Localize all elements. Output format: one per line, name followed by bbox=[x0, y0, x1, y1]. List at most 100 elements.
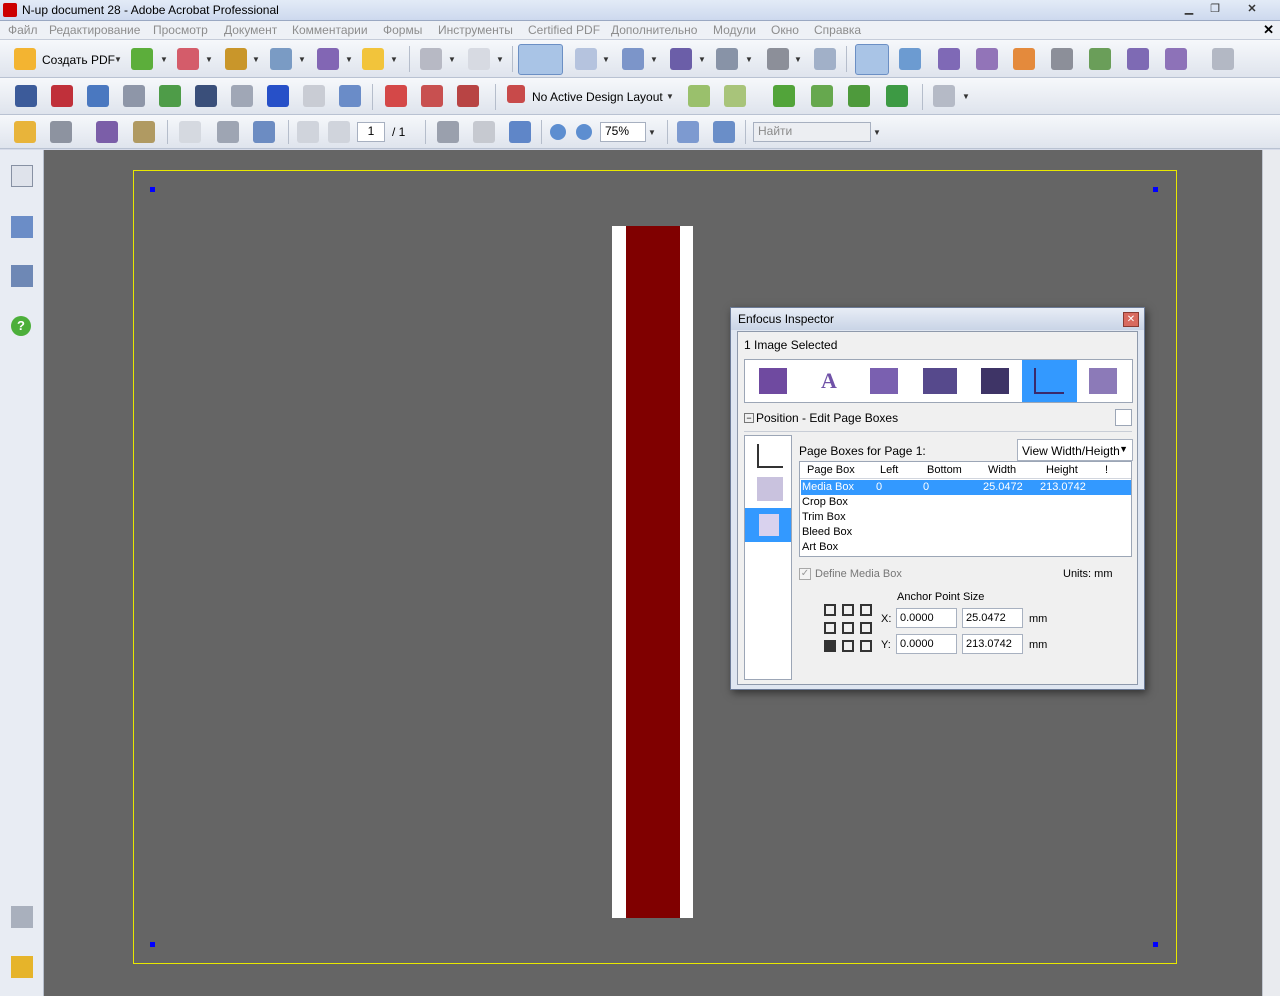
selection-handle[interactable] bbox=[1153, 187, 1158, 192]
email-icon[interactable] bbox=[96, 121, 118, 143]
close-window-button[interactable]: ✕ bbox=[1229, 1, 1275, 17]
chevron-down-icon[interactable]: ▼ bbox=[794, 55, 802, 64]
marquee-icon[interactable] bbox=[575, 48, 597, 70]
create-pdf-button[interactable]: Создать PDF bbox=[42, 53, 115, 67]
comment-bubble-icon[interactable] bbox=[362, 48, 384, 70]
chevron-down-icon[interactable]: ▼ bbox=[698, 55, 706, 64]
chevron-down-icon[interactable]: ▼ bbox=[648, 128, 656, 137]
pen-tool-icon[interactable] bbox=[716, 48, 738, 70]
chevron-down-icon[interactable]: ▼ bbox=[252, 55, 260, 64]
separations-icon[interactable] bbox=[1013, 48, 1035, 70]
redo-icon[interactable] bbox=[468, 48, 490, 70]
maximize-button[interactable]: ❐ bbox=[1203, 1, 1227, 17]
table-row[interactable]: Trim Box bbox=[801, 510, 1131, 525]
organizer-icon[interactable] bbox=[133, 121, 155, 143]
sound-icon[interactable] bbox=[231, 85, 253, 107]
actual-size-icon[interactable] bbox=[677, 121, 699, 143]
edit-page-box-tool[interactable] bbox=[745, 508, 791, 542]
text-tab-icon[interactable]: A bbox=[815, 368, 843, 394]
text-select-icon[interactable] bbox=[437, 121, 459, 143]
comment-icon[interactable] bbox=[773, 85, 795, 107]
menu-tools[interactable]: Инструменты bbox=[438, 23, 513, 37]
globe-icon[interactable] bbox=[938, 48, 960, 70]
close-icon[interactable]: ✕ bbox=[1123, 312, 1139, 327]
chevron-down-icon[interactable]: ▼ bbox=[448, 55, 456, 64]
line-tool-icon[interactable] bbox=[385, 85, 407, 107]
next-page-icon[interactable] bbox=[328, 121, 350, 143]
image-tab-icon[interactable] bbox=[870, 368, 898, 394]
chevron-down-icon[interactable]: ▼ bbox=[962, 92, 970, 101]
zoom-out-icon[interactable] bbox=[550, 124, 566, 140]
pattern-icon[interactable] bbox=[848, 85, 870, 107]
collapse-icon[interactable]: − bbox=[744, 413, 754, 423]
export-layout-icon[interactable] bbox=[1089, 48, 1111, 70]
menu-file[interactable]: Файл bbox=[8, 23, 38, 37]
move-box-icon[interactable] bbox=[757, 444, 783, 468]
create-pdf-icon[interactable] bbox=[14, 48, 36, 70]
table-row[interactable]: Crop Box bbox=[801, 495, 1131, 510]
select-arrow-icon[interactable] bbox=[518, 44, 563, 75]
design-layout-icon[interactable] bbox=[507, 85, 525, 103]
gear-icon[interactable] bbox=[976, 48, 998, 70]
menu-forms[interactable]: Формы bbox=[383, 23, 422, 37]
angle-tool-icon[interactable] bbox=[421, 85, 443, 107]
monitor-tab-icon[interactable] bbox=[923, 368, 957, 394]
selection-handle[interactable] bbox=[1153, 942, 1158, 947]
menu-comments[interactable]: Комментарии bbox=[292, 23, 368, 37]
crop-icon[interactable] bbox=[87, 85, 109, 107]
grid-layout-icon[interactable] bbox=[724, 85, 746, 107]
page-image[interactable] bbox=[626, 226, 680, 918]
inspect-box-icon[interactable] bbox=[757, 477, 783, 501]
filter-icon[interactable] bbox=[1212, 48, 1234, 70]
send-icon[interactable] bbox=[253, 121, 275, 143]
x-anchor-field[interactable]: 0.0000 bbox=[896, 608, 957, 628]
help-icon[interactable]: ? bbox=[11, 316, 31, 336]
view-mode-dropdown[interactable]: View Width/Heigth ▼ bbox=[1017, 439, 1133, 461]
crop-select-icon[interactable] bbox=[814, 48, 836, 70]
menu-help[interactable]: Справка bbox=[814, 23, 861, 37]
export-icon[interactable] bbox=[177, 48, 199, 70]
chevron-down-icon[interactable]: ▼ bbox=[390, 55, 398, 64]
perimeter-tool-icon[interactable] bbox=[457, 85, 479, 107]
lock-icon[interactable] bbox=[225, 48, 247, 70]
table-row[interactable]: Art Box bbox=[801, 540, 1131, 555]
chevron-down-icon[interactable]: ▼ bbox=[496, 55, 504, 64]
menu-document[interactable]: Документ bbox=[224, 23, 277, 37]
chevron-down-icon[interactable]: ▼ bbox=[745, 55, 753, 64]
chevron-down-icon[interactable]: ▼ bbox=[602, 55, 610, 64]
vertical-scrollbar[interactable] bbox=[1262, 150, 1280, 996]
page-number-input[interactable]: 1 bbox=[357, 122, 385, 142]
table-row[interactable]: Media Box 0 0 25.0472 213.0742 bbox=[801, 480, 1131, 495]
document-tab-icon[interactable] bbox=[1089, 368, 1117, 394]
width-field[interactable]: 25.0472 bbox=[962, 608, 1023, 628]
forms-icon[interactable] bbox=[317, 48, 339, 70]
minimize-button[interactable]: ▁ bbox=[1177, 1, 1201, 17]
chevron-down-icon[interactable]: ▼ bbox=[650, 55, 658, 64]
movie-icon[interactable] bbox=[195, 85, 217, 107]
envelope-icon[interactable] bbox=[811, 85, 833, 107]
chevron-down-icon[interactable]: ▼ bbox=[345, 55, 353, 64]
move-icon[interactable] bbox=[622, 48, 644, 70]
chevron-down-icon[interactable]: ▼ bbox=[666, 92, 674, 101]
menu-edit[interactable]: Редактирование bbox=[49, 23, 140, 37]
warning-icon[interactable] bbox=[1165, 48, 1187, 70]
chevron-down-icon[interactable]: ▼ bbox=[298, 55, 306, 64]
pages-icon[interactable] bbox=[11, 165, 33, 187]
selection-handle[interactable] bbox=[150, 942, 155, 947]
print-icon[interactable] bbox=[50, 121, 72, 143]
chevron-down-icon[interactable]: ▼ bbox=[205, 55, 213, 64]
pin-icon[interactable] bbox=[767, 48, 789, 70]
menu-window[interactable]: Окно bbox=[771, 23, 799, 37]
design-layout-dropdown[interactable]: No Active Design Layout bbox=[532, 90, 663, 104]
attachment-icon[interactable] bbox=[11, 906, 33, 928]
options-menu-icon[interactable] bbox=[1115, 409, 1132, 426]
search-input[interactable]: Найти bbox=[753, 122, 871, 142]
text-tool-icon[interactable] bbox=[670, 48, 692, 70]
menu-view[interactable]: Просмотр bbox=[153, 23, 208, 37]
zoom-input[interactable]: 75% bbox=[600, 122, 646, 142]
link-icon[interactable] bbox=[123, 85, 145, 107]
3d-icon[interactable] bbox=[159, 85, 181, 107]
combine-files-icon[interactable] bbox=[131, 48, 153, 70]
zoom-in-icon[interactable] bbox=[576, 124, 592, 140]
table-row[interactable]: Bleed Box bbox=[801, 525, 1131, 540]
